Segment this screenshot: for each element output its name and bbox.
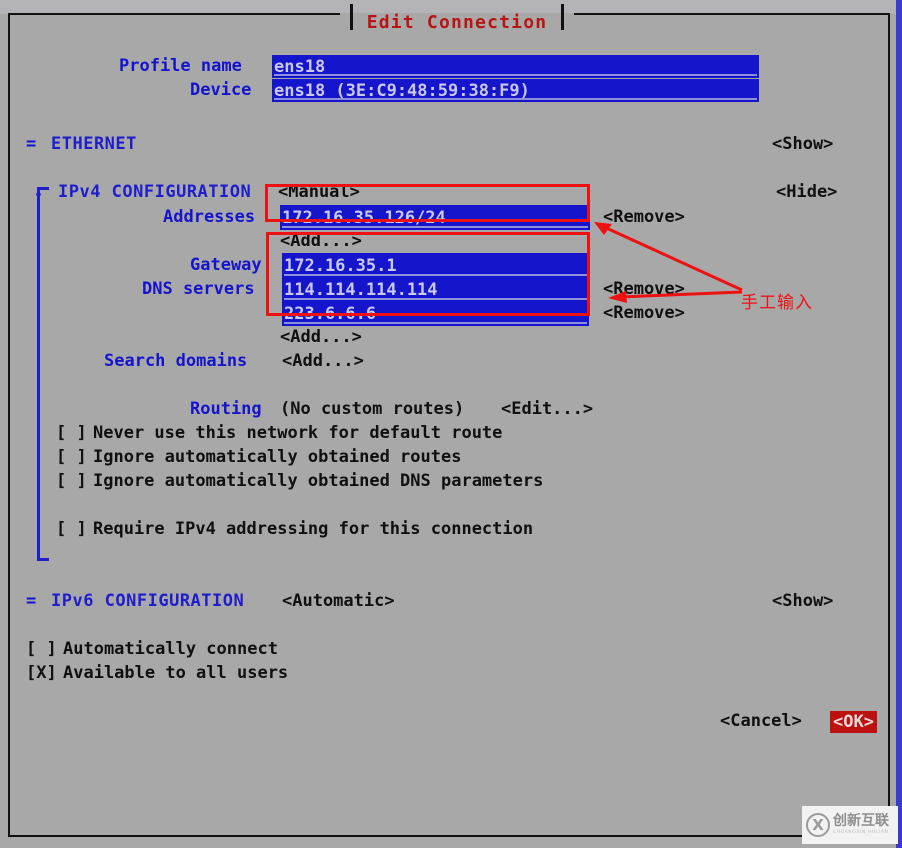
device-label: Device <box>190 80 252 100</box>
address-remove-button-0[interactable]: <Remove> <box>603 208 685 227</box>
checkbox-require-ipv4-mark[interactable]: [ ] <box>56 520 87 539</box>
edit-connection-dialog: Edit Connection Profile name ens18 Devic… <box>8 4 890 837</box>
ipv6-section-title: IPv6 CONFIGURATION <box>51 591 245 611</box>
cancel-button[interactable]: <Cancel> <box>720 712 802 731</box>
routing-status: (No custom routes) <box>280 399 465 419</box>
ipv6-section-marker[interactable]: = <box>26 592 36 611</box>
checkbox-ignore-routes-label[interactable]: Ignore automatically obtained routes <box>93 448 461 467</box>
routing-label: Routing <box>190 399 262 419</box>
gateway-label: Gateway <box>190 255 262 275</box>
checkbox-auto-connect-label[interactable]: Automatically connect <box>63 640 278 659</box>
search-domains-add-button[interactable]: <Add...> <box>282 352 364 371</box>
ipv4-method-dropdown[interactable]: <Manual> <box>278 183 360 202</box>
checkbox-auto-connect-mark[interactable]: [ ] <box>26 640 57 659</box>
terminal-screen: Edit Connection Profile name ens18 Devic… <box>0 0 902 848</box>
checkbox-never-default-route-mark[interactable]: [ ] <box>56 424 87 443</box>
device-input[interactable]: ens18 (3E:C9:48:59:38:F9) <box>272 79 759 102</box>
addresses-label: Addresses <box>163 207 256 227</box>
profile-name-label: Profile name <box>119 56 242 76</box>
profile-name-input[interactable]: ens18 <box>272 55 759 78</box>
desktop-strip-right <box>896 0 902 848</box>
dns-server-remove-button-0[interactable]: <Remove> <box>603 280 685 299</box>
ethernet-section-title: ETHERNET <box>51 134 137 154</box>
dialog-title: Edit Connection <box>366 11 548 33</box>
watermark-cn-label: 创新互联 <box>833 813 889 829</box>
field-underline <box>274 74 757 76</box>
ethernet-section-marker[interactable]: = <box>26 135 36 154</box>
watermark-text: 创新互联 CHUANGXIN HULIAN <box>833 814 889 836</box>
watermark: X 创新互联 CHUANGXIN HULIAN <box>802 806 898 844</box>
search-domains-label: Search domains <box>104 351 248 371</box>
watermark-en-label: CHUANGXIN HULIAN <box>833 830 889 835</box>
checkbox-never-default-route-label[interactable]: Never use this network for default route <box>93 424 502 443</box>
ok-button[interactable]: <OK> <box>830 711 877 733</box>
dns-server-input-0[interactable]: 114.114.114.114 <box>282 277 589 302</box>
checkbox-available-all-users-label[interactable]: Available to all users <box>63 664 288 683</box>
ipv4-hide-button[interactable]: <Hide> <box>776 183 837 202</box>
address-add-button[interactable]: <Add...> <box>280 232 362 251</box>
dns-server-input-1[interactable]: 223.6.6.6 <box>282 301 589 326</box>
gateway-input[interactable]: 172.16.35.1 <box>282 253 589 278</box>
titlebar-tick-right <box>561 4 564 30</box>
dns-server-add-button[interactable]: <Add...> <box>280 328 362 347</box>
ipv6-method-dropdown[interactable]: <Automatic> <box>282 592 395 611</box>
dns-servers-label: DNS servers <box>142 279 255 299</box>
checkbox-ignore-dns-mark[interactable]: [ ] <box>56 472 87 491</box>
checkbox-ignore-routes-mark[interactable]: [ ] <box>56 448 87 467</box>
ipv6-show-button[interactable]: <Show> <box>772 592 833 611</box>
checkbox-available-all-users-mark[interactable]: [X] <box>26 664 57 683</box>
ethernet-show-button[interactable]: <Show> <box>772 135 833 154</box>
annotation-note: 手工输入 <box>741 293 813 313</box>
routing-edit-button[interactable]: <Edit...> <box>501 400 593 419</box>
checkbox-ignore-dns-label[interactable]: Ignore automatically obtained DNS parame… <box>93 472 543 491</box>
ipv4-section-title: IPv4 CONFIGURATION <box>58 182 252 202</box>
checkbox-require-ipv4-label[interactable]: Require IPv4 addressing for this connect… <box>93 520 533 539</box>
titlebar-tick-left <box>350 4 353 30</box>
dns-server-remove-button-1[interactable]: <Remove> <box>603 304 685 323</box>
dialog-titlebar: Edit Connection <box>340 4 574 39</box>
ipv4-section-bracket <box>37 187 49 561</box>
watermark-logo-icon: X <box>806 813 830 837</box>
address-input-0[interactable]: 172.16.35.126/24 <box>280 205 590 230</box>
